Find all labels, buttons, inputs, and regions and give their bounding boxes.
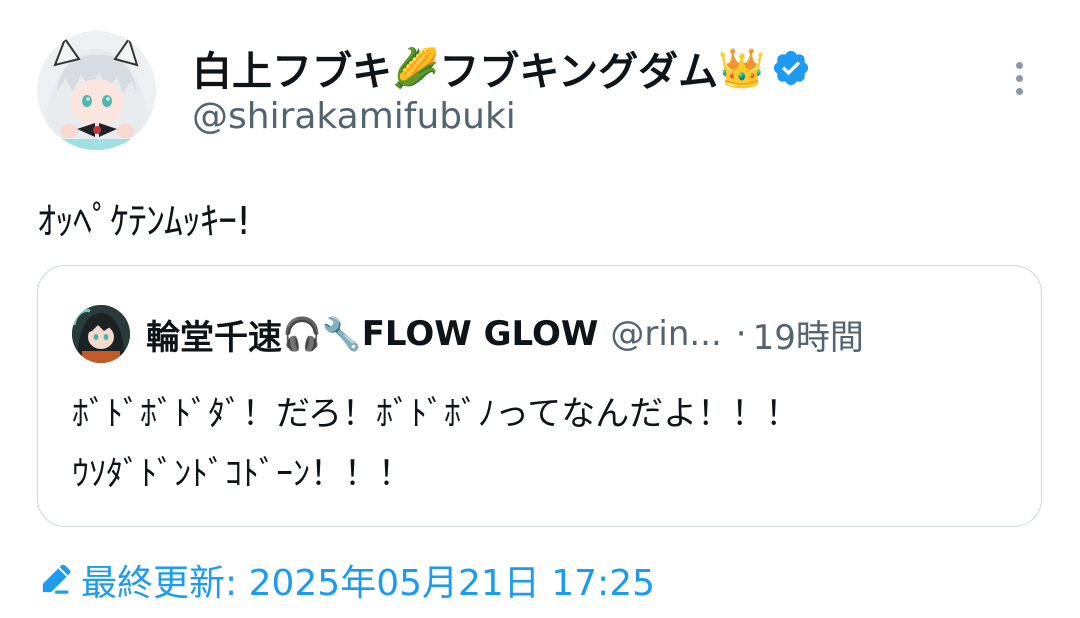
- author-display-name-suffix: フブキングダム: [439, 49, 719, 95]
- quote-display-name-suffix: FLOW GLOW: [361, 314, 599, 354]
- crown-emoji: 👑: [718, 46, 766, 90]
- tweet-text: ｵｯﾍﾟｹﾃﾝﾑｯｷｰ!: [37, 199, 251, 243]
- quote-text-line: ﾎﾞﾄﾞﾎﾞﾄﾞﾀﾞ！だろ！ﾎﾞﾄﾞﾎﾞﾉってなんだよ！！！: [72, 394, 800, 434]
- last-edited-link[interactable]: 最終更新: 2025年05月21日 17:25: [37, 552, 655, 608]
- quote-display-name: 輪堂千速: [146, 317, 282, 358]
- quote-text: ﾎﾞﾄﾞﾎﾞﾄﾞﾀﾞ！だろ！ﾎﾞﾄﾞﾎﾞﾉってなんだよ！！！ ｳｿﾀﾞﾄﾞﾝﾄﾞ…: [72, 384, 1022, 504]
- verified-badge-icon[interactable]: [771, 48, 811, 88]
- quote-text-line: ｳｿﾀﾞﾄﾞﾝﾄﾞｺﾄﾞｰﾝ！！！: [72, 454, 412, 494]
- author-handle[interactable]: @shirakamifubuki: [192, 96, 516, 137]
- quoted-tweet-card[interactable]: 輪堂千速 🎧 🔧 FLOW GLOW @rin... · 19時間 ﾎﾞﾄﾞﾎﾞ…: [37, 265, 1042, 527]
- quote-separator: ·: [735, 314, 747, 354]
- quote-timestamp[interactable]: 19時間: [753, 310, 864, 359]
- author-display-name: 白上フブキ: [192, 49, 392, 95]
- headphones-emoji: 🎧: [282, 315, 322, 353]
- tweet: 白上フブキ 🌽 フブキングダム 👑 @shirakamifubuki ｵｯﾍﾟｹ…: [0, 0, 1080, 618]
- more-vertical-icon[interactable]: [1002, 56, 1038, 100]
- author-name-row[interactable]: 白上フブキ 🌽 フブキングダム 👑: [192, 40, 811, 96]
- corn-emoji: 🌽: [392, 46, 440, 90]
- quote-handle: @rin...: [610, 314, 722, 354]
- quote-header: 輪堂千速 🎧 🔧 FLOW GLOW @rin... · 19時間: [146, 306, 864, 362]
- last-edited-label: 最終更新: 2025年05月21日 17:25: [81, 563, 655, 604]
- wrench-emoji: 🔧: [321, 315, 362, 353]
- author-avatar[interactable]: [37, 31, 156, 150]
- pencil-icon: [42, 564, 71, 594]
- quote-author-avatar[interactable]: [72, 305, 130, 363]
